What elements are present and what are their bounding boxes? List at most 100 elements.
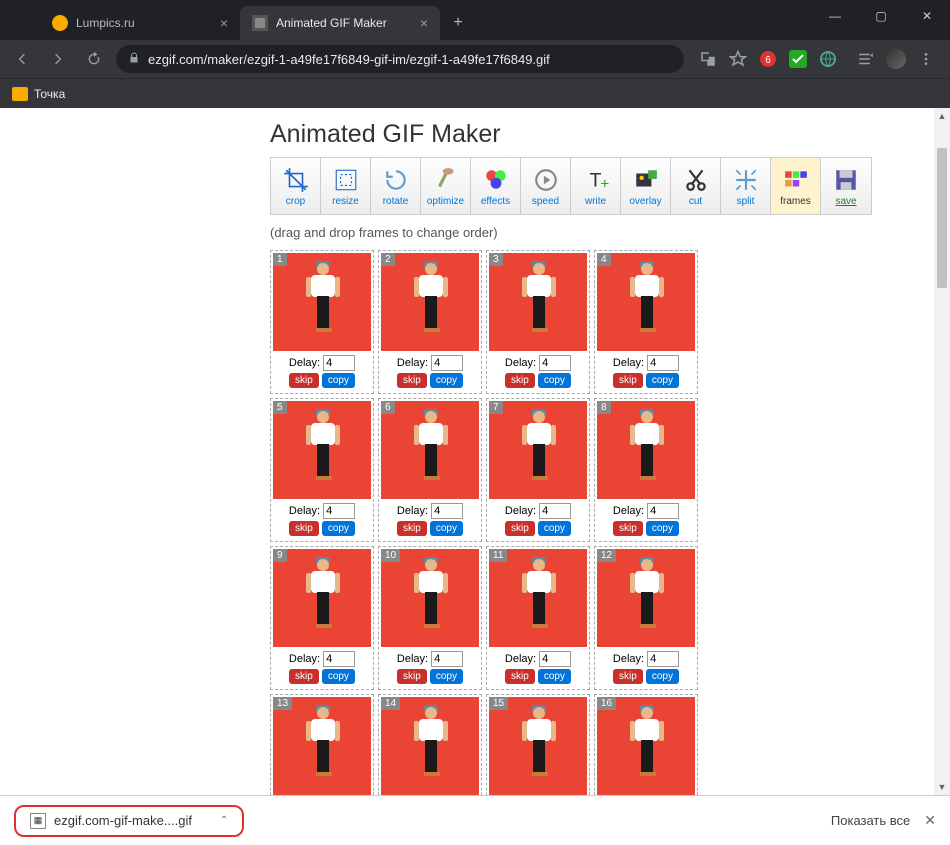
show-all-downloads[interactable]: Показать все (831, 813, 910, 828)
frame-item[interactable]: 14 Delay: (378, 694, 482, 795)
skip-button[interactable]: skip (289, 373, 319, 388)
maximize-button[interactable]: ▢ (858, 0, 904, 32)
ext-check-icon[interactable] (788, 49, 808, 69)
new-tab-button[interactable]: + (444, 9, 472, 37)
skip-button[interactable]: skip (613, 373, 643, 388)
frames-icon (782, 166, 810, 194)
frame-thumbnail (273, 253, 371, 351)
tool-cut[interactable]: cut (671, 158, 721, 214)
frame-item[interactable]: 12 Delay: skip copy (594, 546, 698, 690)
scrollbar[interactable]: ▲ ▼ (934, 108, 950, 795)
crop-icon (282, 166, 310, 194)
browser-tabs: Lumpics.ru × Animated GIF Maker × + — ▢ … (0, 0, 950, 40)
tool-optimize[interactable]: optimize (421, 158, 471, 214)
scroll-up-icon[interactable]: ▲ (934, 108, 950, 124)
skip-button[interactable]: skip (397, 373, 427, 388)
copy-button[interactable]: copy (646, 521, 679, 536)
tool-crop[interactable]: crop (271, 158, 321, 214)
frame-item[interactable]: 10 Delay: skip copy (378, 546, 482, 690)
frame-item[interactable]: 6 Delay: skip copy (378, 398, 482, 542)
frame-thumbnail (489, 697, 587, 795)
frame-item[interactable]: 8 Delay: skip copy (594, 398, 698, 542)
delay-input[interactable] (323, 651, 355, 667)
reload-button[interactable] (80, 45, 108, 73)
delay-input[interactable] (431, 651, 463, 667)
copy-button[interactable]: copy (646, 373, 679, 388)
copy-button[interactable]: copy (322, 521, 355, 536)
frame-item[interactable]: 3 Delay: skip copy (486, 250, 590, 394)
tool-write[interactable]: T+write (571, 158, 621, 214)
copy-button[interactable]: copy (430, 521, 463, 536)
copy-button[interactable]: copy (430, 373, 463, 388)
menu-button[interactable] (916, 49, 936, 69)
skip-button[interactable]: skip (505, 669, 535, 684)
copy-button[interactable]: copy (430, 669, 463, 684)
copy-button[interactable]: copy (538, 373, 571, 388)
frame-item[interactable]: 1 Delay: skip copy (270, 250, 374, 394)
frame-item[interactable]: 15 Delay: (486, 694, 590, 795)
delay-input[interactable] (539, 503, 571, 519)
copy-button[interactable]: copy (322, 669, 355, 684)
back-button[interactable] (8, 45, 36, 73)
delay-input[interactable] (539, 355, 571, 371)
close-download-bar[interactable]: ✕ (924, 812, 936, 829)
close-icon[interactable]: × (220, 15, 228, 31)
skip-button[interactable]: skip (613, 669, 643, 684)
tab-ezgif[interactable]: Animated GIF Maker × (240, 6, 440, 40)
tool-rotate[interactable]: rotate (371, 158, 421, 214)
ext-adblock-icon[interactable]: 6 (758, 49, 778, 69)
translate-icon[interactable] (698, 49, 718, 69)
delay-input[interactable] (647, 503, 679, 519)
delay-input[interactable] (539, 651, 571, 667)
delay-input[interactable] (431, 355, 463, 371)
skip-button[interactable]: skip (397, 521, 427, 536)
delay-input[interactable] (647, 355, 679, 371)
frame-item[interactable]: 7 Delay: skip copy (486, 398, 590, 542)
skip-button[interactable]: skip (505, 521, 535, 536)
tool-save[interactable]: save (821, 158, 871, 214)
delay-input[interactable] (323, 503, 355, 519)
scroll-down-icon[interactable]: ▼ (934, 779, 950, 795)
skip-button[interactable]: skip (505, 373, 535, 388)
delay-input[interactable] (647, 651, 679, 667)
tool-overlay[interactable]: overlay (621, 158, 671, 214)
close-window-button[interactable]: ✕ (904, 0, 950, 32)
ext-globe-icon[interactable] (818, 49, 838, 69)
tool-frames[interactable]: frames (771, 158, 821, 214)
forward-button[interactable] (44, 45, 72, 73)
download-item[interactable]: ▦ ezgif.com-gif-make....gif ⌃ (14, 805, 244, 837)
minimize-button[interactable]: — (812, 0, 858, 32)
skip-button[interactable]: skip (289, 669, 319, 684)
frame-item[interactable]: 13 Delay: (270, 694, 374, 795)
copy-button[interactable]: copy (322, 373, 355, 388)
delay-row: Delay: (489, 499, 587, 521)
tool-effects[interactable]: effects (471, 158, 521, 214)
frame-item[interactable]: 5 Delay: skip copy (270, 398, 374, 542)
bookmark-item[interactable]: Точка (34, 87, 65, 101)
skip-button[interactable]: skip (613, 521, 643, 536)
delay-input[interactable] (431, 503, 463, 519)
close-icon[interactable]: × (420, 15, 428, 31)
url-input[interactable]: ezgif.com/maker/ezgif-1-a49fe17f6849-gif… (116, 45, 684, 73)
frame-item[interactable]: 11 Delay: skip copy (486, 546, 590, 690)
chevron-up-icon[interactable]: ⌃ (220, 815, 228, 826)
frame-item[interactable]: 9 Delay: skip copy (270, 546, 374, 690)
tool-resize[interactable]: resize (321, 158, 371, 214)
delay-input[interactable] (323, 355, 355, 371)
tab-lumpics[interactable]: Lumpics.ru × (40, 6, 240, 40)
bookmark-star-icon[interactable] (728, 49, 748, 69)
reading-list-icon[interactable] (856, 49, 876, 69)
frame-item[interactable]: 16 Delay: (594, 694, 698, 795)
tool-split[interactable]: split (721, 158, 771, 214)
frame-item[interactable]: 2 Delay: skip copy (378, 250, 482, 394)
overlay-icon (632, 166, 660, 194)
effects-icon (482, 166, 510, 194)
copy-button[interactable]: copy (538, 669, 571, 684)
tool-speed[interactable]: speed (521, 158, 571, 214)
copy-button[interactable]: copy (538, 521, 571, 536)
profile-avatar[interactable] (886, 49, 906, 69)
skip-button[interactable]: skip (397, 669, 427, 684)
copy-button[interactable]: copy (646, 669, 679, 684)
skip-button[interactable]: skip (289, 521, 319, 536)
frame-item[interactable]: 4 Delay: skip copy (594, 250, 698, 394)
